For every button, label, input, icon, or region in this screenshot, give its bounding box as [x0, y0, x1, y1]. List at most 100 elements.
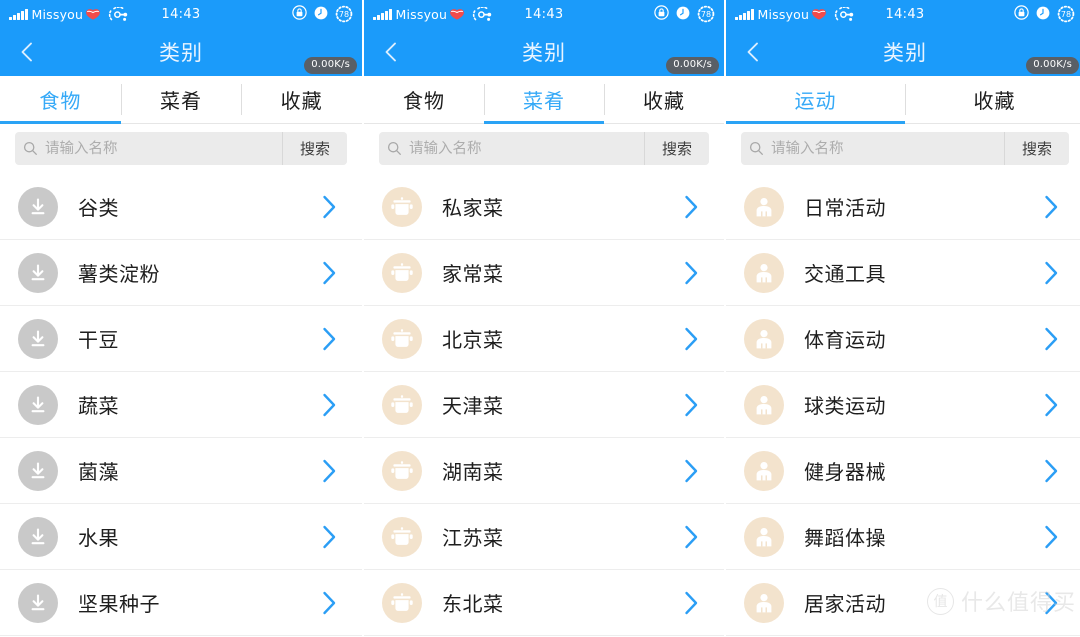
chevron-right-icon-svg — [1045, 195, 1058, 218]
lips-icon-svg — [450, 8, 465, 20]
chevron-right-icon[interactable] — [678, 326, 704, 352]
search-button[interactable]: 搜索 — [282, 132, 347, 165]
chevron-right-icon[interactable] — [1038, 392, 1064, 418]
list-item[interactable]: 健身器械 — [726, 438, 1080, 504]
list-item-label: 天津菜 — [442, 394, 504, 418]
list-item[interactable]: 谷类 — [0, 174, 362, 240]
list-item[interactable]: 干豆 — [0, 306, 362, 372]
person-icon-svg — [756, 197, 772, 216]
list-item[interactable]: 水果 — [0, 504, 362, 570]
chevron-right-icon[interactable] — [316, 260, 342, 286]
list-item[interactable]: 蔬菜 — [0, 372, 362, 438]
list-item[interactable]: 天津菜 — [364, 372, 724, 438]
chevron-right-icon[interactable] — [1038, 590, 1064, 616]
tab-菜肴[interactable]: 菜肴 — [120, 76, 242, 123]
chevron-right-icon[interactable] — [316, 458, 342, 484]
battery-ring-icon: 78 — [335, 5, 353, 23]
search-button[interactable]: 搜索 — [644, 132, 709, 165]
chevron-right-icon[interactable] — [1038, 458, 1064, 484]
chevron-right-icon[interactable] — [316, 326, 342, 352]
search-button[interactable]: 搜索 — [1004, 132, 1069, 165]
chevron-right-icon[interactable] — [1038, 326, 1064, 352]
tab-运动[interactable]: 运动 — [726, 76, 905, 124]
signal-bars-icon — [9, 8, 28, 20]
status-right-icons: 78 — [1014, 4, 1075, 24]
list-item[interactable]: 体育运动 — [726, 306, 1080, 372]
chevron-right-icon[interactable] — [678, 392, 704, 418]
list-item[interactable]: 江苏菜 — [364, 504, 724, 570]
chevron-right-icon[interactable] — [678, 260, 704, 286]
battery-ring-icon: 78 — [697, 5, 715, 23]
cooking-pot-icon-svg — [391, 460, 413, 479]
lock-icon-svg — [292, 4, 307, 20]
network-ring-icon — [834, 6, 854, 22]
status-bar: Missyou 14:43 78 — [364, 0, 724, 28]
list-item[interactable]: 私家菜 — [364, 174, 724, 240]
network-ring-icon-svg — [473, 6, 492, 21]
list-item[interactable]: 家常菜 — [364, 240, 724, 306]
cooking-pot-icon — [382, 582, 422, 623]
status-bar: Missyou 14:43 78 — [0, 0, 362, 28]
list-item[interactable]: 薯类淀粉 — [0, 240, 362, 306]
list-item-label: 谷类 — [78, 196, 119, 220]
list-item[interactable]: 日常活动 — [726, 174, 1080, 240]
tab-食物[interactable]: 食物 — [364, 76, 484, 123]
status-right-icons: 78 — [654, 4, 715, 24]
tab-bar: 运动 收藏 — [726, 76, 1080, 124]
list-item[interactable]: 球类运动 — [726, 372, 1080, 438]
person-icon-svg — [756, 461, 772, 480]
cooking-pot-icon — [382, 318, 422, 359]
chevron-right-icon-svg — [1045, 591, 1058, 614]
chevron-right-icon[interactable] — [1038, 260, 1064, 286]
carrier-label: Missyou — [395, 6, 448, 22]
chevron-right-icon[interactable] — [1038, 194, 1064, 220]
cooking-pot-icon — [382, 186, 422, 227]
alarm-icon-svg — [676, 6, 690, 19]
list-item[interactable]: 坚果种子 — [0, 570, 362, 636]
cooking-pot-icon-svg — [391, 328, 413, 347]
list-item[interactable]: 北京菜 — [364, 306, 724, 372]
list-item-label: 日常活动 — [804, 196, 886, 220]
chevron-right-icon-svg — [1045, 459, 1058, 482]
list-item[interactable]: 菌藻 — [0, 438, 362, 504]
list-item-label: 交通工具 — [804, 262, 886, 286]
person-icon — [744, 384, 784, 425]
tab-食物[interactable]: 食物 — [0, 76, 121, 124]
download-icon — [18, 450, 58, 491]
chevron-right-icon[interactable] — [1038, 524, 1064, 550]
list-item[interactable]: 居家活动 — [726, 570, 1080, 636]
list-item-label: 健身器械 — [804, 460, 886, 484]
list-item[interactable]: 舞蹈体操 — [726, 504, 1080, 570]
chevron-right-icon[interactable] — [678, 524, 704, 550]
person-icon-svg — [756, 263, 772, 282]
download-icon — [18, 582, 58, 623]
tab-收藏[interactable]: 收藏 — [604, 76, 724, 123]
list-item-label: 菌藻 — [78, 460, 119, 484]
list-item-label: 居家活动 — [804, 592, 886, 616]
alarm-icon-svg — [1036, 6, 1050, 19]
list-item[interactable]: 交通工具 — [726, 240, 1080, 306]
panel-exercise: Missyou14:4378类别0.00K/s运动收藏搜索日常活动交通工具体育运… — [724, 0, 1080, 637]
chevron-right-icon[interactable] — [678, 590, 704, 616]
chevron-right-icon[interactable] — [316, 194, 342, 220]
tab-收藏[interactable]: 收藏 — [905, 76, 1080, 123]
search-input[interactable] — [45, 132, 282, 165]
list-item-label: 私家菜 — [442, 196, 504, 220]
chevron-right-icon[interactable] — [316, 590, 342, 616]
list-item[interactable]: 湖南菜 — [364, 438, 724, 504]
lips-icon-svg — [812, 8, 827, 20]
tab-菜肴[interactable]: 菜肴 — [484, 76, 604, 124]
chevron-right-icon[interactable] — [316, 524, 342, 550]
chevron-right-icon[interactable] — [316, 392, 342, 418]
person-icon — [744, 516, 784, 557]
tab-收藏[interactable]: 收藏 — [241, 76, 362, 123]
chevron-right-icon[interactable] — [678, 458, 704, 484]
chevron-right-icon-svg — [323, 195, 336, 218]
chevron-right-icon-svg — [323, 591, 336, 614]
download-icon-svg — [31, 198, 45, 214]
search-input[interactable] — [409, 132, 644, 165]
list-item[interactable]: 东北菜 — [364, 570, 724, 636]
chevron-right-icon[interactable] — [678, 194, 704, 220]
lips-icon — [450, 8, 465, 20]
search-input[interactable] — [771, 132, 1004, 165]
